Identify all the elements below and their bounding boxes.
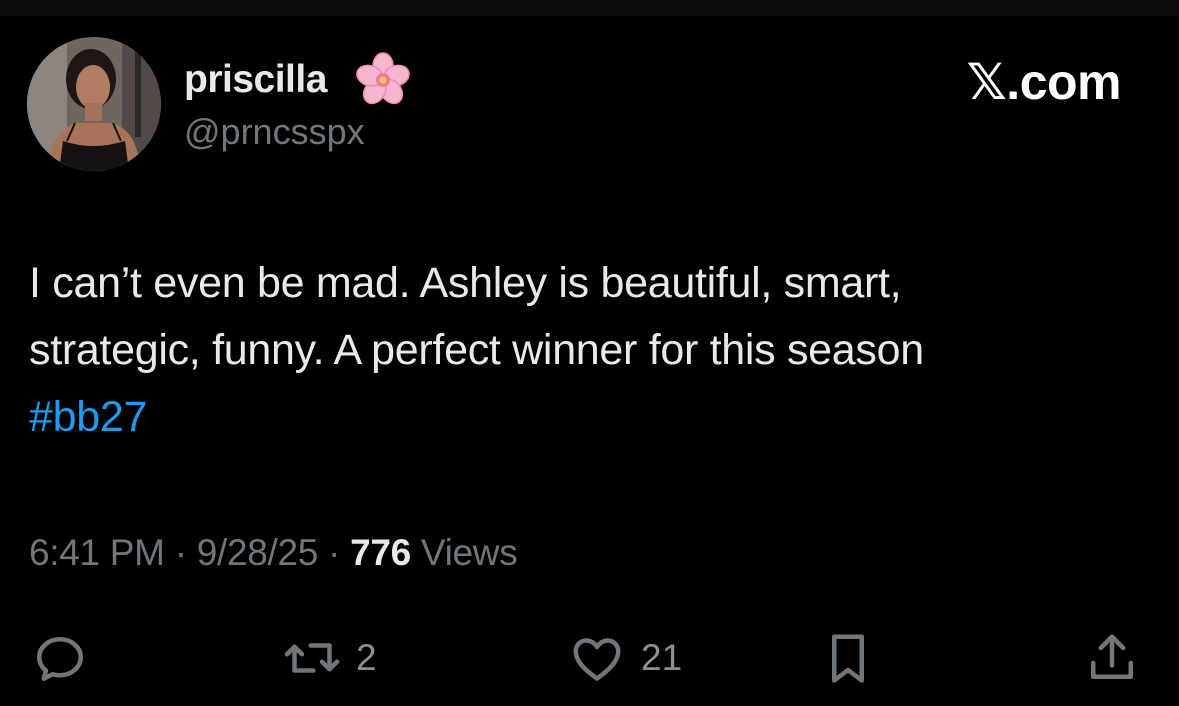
retweet-count: 2 [356, 637, 377, 678]
cherry-blossom-emoji [356, 52, 410, 105]
meta-separator: · [328, 532, 341, 573]
hashtag-link[interactable]: #bb27 [29, 384, 1159, 451]
heart-icon [573, 638, 621, 681]
profile-photo [27, 37, 161, 171]
bookmark-icon [832, 634, 864, 683]
meta-separator: · [174, 532, 187, 573]
views-label: Views [420, 532, 518, 573]
views-count: 776 [350, 532, 411, 573]
tweet-text-line: strategic, funny. A perfect winner for t… [29, 326, 924, 374]
tweet-time[interactable]: 6:41 PM [29, 532, 165, 573]
bookmark-button[interactable] [818, 628, 878, 688]
user-handle[interactable]: @prncsspx [184, 111, 365, 153]
tweet-meta: 6:41 PM · 9/28/25 · 776 Views [29, 532, 518, 574]
reply-icon [37, 637, 83, 681]
status-strip [0, 0, 1179, 16]
tweet-text: I can’t even be mad. Ashley is beautiful… [29, 250, 1159, 451]
like-button[interactable]: 21 [567, 628, 682, 688]
display-name[interactable]: priscilla [184, 58, 327, 102]
avatar[interactable] [27, 37, 161, 171]
source-label: 𝕏.com [966, 54, 1122, 110]
reply-button[interactable] [30, 628, 90, 688]
share-button[interactable] [1082, 628, 1142, 688]
like-count: 21 [641, 637, 683, 678]
tweet-text-line: I can’t even be mad. Ashley is beautiful… [29, 259, 902, 307]
retweet-button[interactable]: 2 [282, 628, 377, 688]
tweet-date[interactable]: 9/28/25 [197, 532, 319, 573]
share-icon [1091, 634, 1133, 679]
retweet-icon [284, 643, 340, 673]
